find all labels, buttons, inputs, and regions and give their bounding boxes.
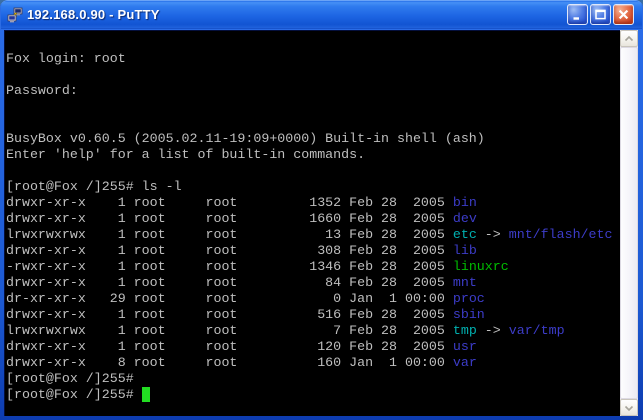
terminal-line: Enter 'help' for a list of built-in comm…: [6, 147, 620, 163]
terminal-text: ->: [477, 227, 509, 242]
terminal-text: mnt/flash/etc: [509, 227, 613, 242]
terminal-line: drwxr-xr-x 1 root root 516 Feb 28 2005 s…: [6, 307, 620, 323]
terminal-text: tmp: [453, 323, 477, 338]
title-bar[interactable]: 192.168.0.90 - PuTTY: [0, 0, 643, 29]
terminal-text: lrwxrwxrwx 1 root root 7 Feb 28 2005: [6, 323, 453, 338]
terminal-screen[interactable]: Fox login: root Password: BusyBox v0.60.…: [4, 30, 620, 416]
terminal-line: Password:: [6, 83, 620, 99]
terminal-text: dr-xr-xr-x 29 root root 0 Jan 1 00:00: [6, 291, 453, 306]
terminal-text: dev: [453, 211, 477, 226]
terminal-line: Fox login: root: [6, 51, 620, 67]
chevron-up-icon: [624, 35, 634, 43]
maximize-icon: [593, 7, 608, 22]
terminal-line: drwxr-xr-x 1 root root 120 Feb 28 2005 u…: [6, 339, 620, 355]
terminal-line: lrwxrwxrwx 1 root root 7 Feb 28 2005 tmp…: [6, 323, 620, 339]
terminal-text: var/tmp: [509, 323, 565, 338]
minimize-button[interactable]: [567, 4, 588, 25]
terminal-line: drwxr-xr-x 8 root root 160 Jan 1 00:00 v…: [6, 355, 620, 371]
window-title: 192.168.0.90 - PuTTY: [27, 7, 567, 22]
terminal-text: drwxr-xr-x 1 root root 1352 Feb 28 2005: [6, 195, 453, 210]
scrollbar-up-button[interactable]: [620, 30, 638, 47]
putty-app-icon: [7, 7, 23, 23]
putty-window: 192.168.0.90 - PuTTY Fox lo: [0, 0, 643, 420]
terminal-text: usr: [453, 339, 477, 354]
terminal-text: -rwxr-xr-x 1 root root 1346 Feb 28 2005: [6, 259, 453, 274]
terminal-line: drwxr-xr-x 1 root root 84 Feb 28 2005 mn…: [6, 275, 620, 291]
terminal-text: mnt: [453, 275, 477, 290]
terminal-line: [root@Fox /]255#: [6, 371, 620, 387]
terminal-text: drwxr-xr-x 1 root root 308 Feb 28 2005: [6, 243, 453, 258]
scrollbar-thumb[interactable]: [620, 47, 638, 399]
terminal-text: bin: [453, 195, 477, 210]
terminal-text: lib: [453, 243, 477, 258]
terminal-line: [6, 115, 620, 131]
terminal-line: dr-xr-xr-x 29 root root 0 Jan 1 00:00 pr…: [6, 291, 620, 307]
terminal-text: lrwxrwxrwx 1 root root 13 Feb 28 2005: [6, 227, 453, 242]
terminal-text: sbin: [453, 307, 485, 322]
terminal-line: [6, 67, 620, 83]
terminal-text: [root@Fox /]255#: [6, 371, 134, 386]
terminal-line: [root@Fox /]255# ls -l: [6, 179, 620, 195]
terminal-line: [6, 99, 620, 115]
terminal-text: Enter 'help' for a list of built-in comm…: [6, 147, 365, 162]
window-body: Fox login: root Password: BusyBox v0.60.…: [0, 29, 643, 420]
terminal-line: [root@Fox /]255#: [6, 387, 620, 403]
terminal-text: drwxr-xr-x 1 root root 516 Feb 28 2005: [6, 307, 453, 322]
terminal-text: drwxr-xr-x 1 root root 1660 Feb 28 2005: [6, 211, 453, 226]
terminal-text: Fox login: root: [6, 51, 126, 66]
terminal-line: drwxr-xr-x 1 root root 308 Feb 28 2005 l…: [6, 243, 620, 259]
terminal-line: -rwxr-xr-x 1 root root 1346 Feb 28 2005 …: [6, 259, 620, 275]
terminal-text: Password:: [6, 83, 78, 98]
terminal-text: etc: [453, 227, 477, 242]
terminal-line: [6, 35, 620, 51]
terminal-text: BusyBox v0.60.5 (2005.02.11-19:09+0000) …: [6, 131, 485, 146]
terminal-text: proc: [453, 291, 485, 306]
terminal-line: drwxr-xr-x 1 root root 1660 Feb 28 2005 …: [6, 211, 620, 227]
maximize-button[interactable]: [590, 4, 611, 25]
terminal-text: linuxrc: [453, 259, 509, 274]
terminal-text: drwxr-xr-x 8 root root 160 Jan 1 00:00: [6, 355, 453, 370]
terminal-line: BusyBox v0.60.5 (2005.02.11-19:09+0000) …: [6, 131, 620, 147]
terminal-text: [root@Fox /]255# ls -l: [6, 179, 182, 194]
terminal-line: drwxr-xr-x 1 root root 1352 Feb 28 2005 …: [6, 195, 620, 211]
terminal-line: [6, 163, 620, 179]
terminal-text: var: [453, 355, 477, 370]
scrollbar[interactable]: [620, 30, 638, 416]
terminal-cursor: [142, 387, 150, 402]
window-controls: [567, 4, 634, 25]
close-button[interactable]: [613, 4, 634, 25]
terminal-line: lrwxrwxrwx 1 root root 13 Feb 28 2005 et…: [6, 227, 620, 243]
minimize-icon: [570, 7, 585, 22]
close-icon: [616, 7, 631, 22]
chevron-down-icon: [624, 404, 634, 412]
terminal-text: drwxr-xr-x 1 root root 120 Feb 28 2005: [6, 339, 453, 354]
terminal-text: drwxr-xr-x 1 root root 84 Feb 28 2005: [6, 275, 453, 290]
terminal-text: [root@Fox /]255#: [6, 387, 142, 402]
scrollbar-down-button[interactable]: [620, 399, 638, 416]
terminal-text: ->: [477, 323, 509, 338]
